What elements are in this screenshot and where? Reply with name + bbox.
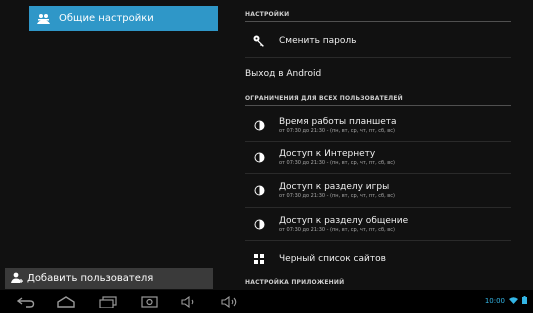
row-divider xyxy=(245,207,511,208)
wifi-icon xyxy=(509,296,518,306)
restriction-schedule: от 07:30 до 21:30 - (пн, вт, ср, чт, пт,… xyxy=(279,192,395,199)
restriction-row-communication[interactable]: Доступ к разделу общение от 07:30 до 21:… xyxy=(245,210,511,238)
add-user-button[interactable]: Добавить пользователя xyxy=(5,268,213,289)
battery-icon xyxy=(522,296,527,306)
navigation-bar: 10:00 xyxy=(0,290,533,313)
change-password-label: Сменить пароль xyxy=(279,36,357,46)
recent-apps-icon[interactable] xyxy=(98,294,118,309)
change-password-row[interactable]: Сменить пароль xyxy=(245,32,511,50)
row-divider xyxy=(245,141,511,142)
restriction-row-tablet-time[interactable]: Время работы планшета от 07:30 до 21:30 … xyxy=(245,111,511,139)
right-pane: НАСТРОЙКИ Сменить пароль Выход в Android… xyxy=(226,0,533,290)
restriction-schedule: от 07:30 до 21:30 - (пн, вт, ср, чт, пт,… xyxy=(279,159,395,166)
status-area: 10:00 xyxy=(485,296,527,306)
clock-time: 10:00 xyxy=(484,297,505,305)
row-divider xyxy=(245,173,511,174)
section-divider xyxy=(245,21,511,22)
volume-down-icon[interactable] xyxy=(180,294,198,309)
key-icon xyxy=(251,33,267,49)
section-header-settings: НАСТРОЙКИ xyxy=(245,11,290,18)
sidebar-item-label: Общие настройки xyxy=(59,13,154,24)
clock-icon xyxy=(251,149,267,165)
blacklist-row[interactable]: Черный список сайтов xyxy=(245,250,511,268)
blacklist-label: Черный список сайтов xyxy=(279,254,386,264)
back-icon[interactable] xyxy=(16,294,36,309)
restriction-title: Доступ к Интернету xyxy=(279,148,376,159)
section-divider xyxy=(245,105,511,106)
volume-up-icon[interactable] xyxy=(220,294,240,309)
users-icon xyxy=(37,9,50,28)
settings-screen: Общие настройки Добавить пользователя НА… xyxy=(0,0,533,290)
restriction-title: Доступ к разделу общение xyxy=(279,215,409,226)
home-icon[interactable] xyxy=(55,294,77,309)
grid-icon xyxy=(251,251,267,267)
add-user-icon xyxy=(11,269,23,288)
left-pane: Общие настройки Добавить пользователя xyxy=(0,0,226,290)
row-divider xyxy=(245,240,511,241)
restriction-schedule: от 07:30 до 21:30 - (пн, вт, ср, чт, пт,… xyxy=(279,226,395,233)
restriction-schedule: от 07:30 до 21:30 - (пн, вт, ср, чт, пт,… xyxy=(279,127,395,134)
sidebar-item-general-settings[interactable]: Общие настройки xyxy=(29,6,218,31)
section-header-app-settings: НАСТРОЙКА ПРИЛОЖЕНИЙ xyxy=(245,279,345,286)
add-user-label: Добавить пользователя xyxy=(27,273,154,284)
restriction-title: Время работы планшета xyxy=(279,116,397,127)
screenshot-icon[interactable] xyxy=(139,294,159,309)
restriction-row-internet[interactable]: Доступ к Интернету от 07:30 до 21:30 - (… xyxy=(245,143,511,171)
row-divider xyxy=(245,57,511,58)
section-header-restrictions: ОГРАНИЧЕНИЯ ДЛЯ ВСЕХ ПОЛЬЗОВАТЕЛЕЙ xyxy=(245,95,403,102)
exit-android-label: Выход в Android xyxy=(245,69,322,79)
clock-icon xyxy=(251,216,267,232)
restriction-row-games[interactable]: Доступ к разделу игры от 07:30 до 21:30 … xyxy=(245,176,511,204)
exit-android-row[interactable]: Выход в Android xyxy=(245,66,511,82)
clock-icon xyxy=(251,182,267,198)
restriction-title: Доступ к разделу игры xyxy=(279,181,390,192)
clock-icon xyxy=(251,117,267,133)
